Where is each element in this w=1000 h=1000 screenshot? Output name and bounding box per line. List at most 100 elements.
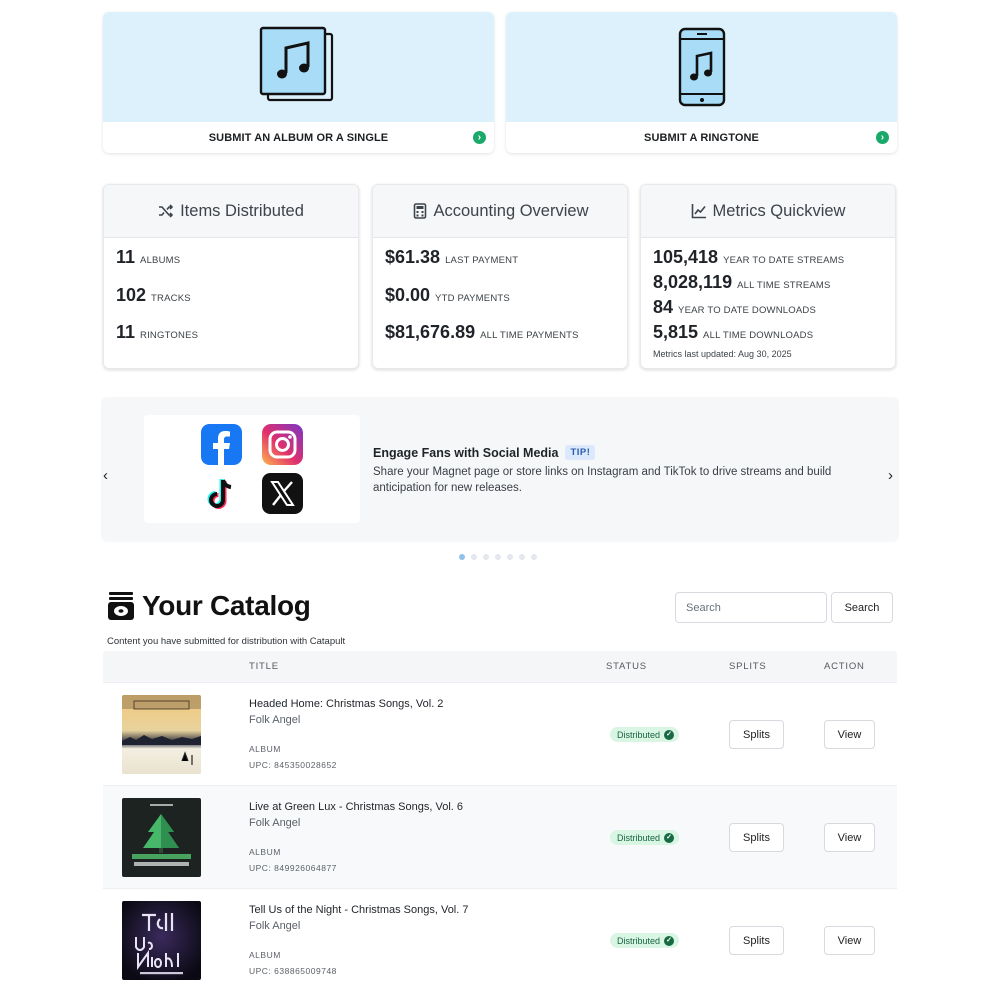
x-twitter-icon <box>262 473 303 514</box>
release-upc: UPC: 849926064877 <box>249 863 337 873</box>
submit-album-card[interactable]: SUBMIT AN ALBUM OR A SINGLE › <box>103 12 494 153</box>
carousel-title: Engage Fans with Social Media <box>373 445 559 460</box>
submit-album-text: SUBMIT AN ALBUM OR A SINGLE <box>208 131 389 144</box>
carousel-dot[interactable] <box>459 554 465 560</box>
view-button[interactable]: View <box>824 926 875 955</box>
stat-unit: YEAR TO DATE STREAMS <box>723 255 845 266</box>
tip-badge: TIP! <box>565 445 596 460</box>
carousel-dot[interactable] <box>519 554 525 560</box>
stat-value: $81,676.89 <box>385 322 476 342</box>
album-cover-tell-us-of-the-night <box>122 901 201 980</box>
ringtone-art-area <box>506 12 897 122</box>
shuffle-icon <box>159 204 174 218</box>
check-circle-icon: ✓ <box>664 729 675 740</box>
carousel-dot[interactable] <box>483 554 489 560</box>
release-upc: UPC: 845350028652 <box>249 760 337 770</box>
metrics-quickview-card: Metrics Quickview 105,418 YEAR TO DATE ST… <box>640 184 896 369</box>
submit-ringtone-card[interactable]: SUBMIT A RINGTONE › <box>506 12 897 153</box>
submit-album-label[interactable]: SUBMIT AN ALBUM OR A SINGLE › <box>103 122 494 153</box>
items-distributed-card: Items Distributed 11 ALBUMS 102 TRACKS 11 R… <box>103 184 359 369</box>
arrow-right-icon[interactable]: › <box>473 131 486 144</box>
status-badge: Distributed ✓ <box>610 727 680 742</box>
stat-all-time-payments: $81,676.89 ALL TIME PAYMENTS <box>385 322 579 343</box>
stat-value: 11 <box>116 322 136 342</box>
release-type: ALBUM <box>249 950 281 960</box>
release-type: ALBUM <box>249 744 281 754</box>
stat-unit: ALL TIME DOWNLOADS <box>703 330 814 341</box>
carousel-body: Share your Magnet page or store links on… <box>373 466 832 494</box>
stat-ytd-streams: 105,418 YEAR TO DATE STREAMS <box>653 247 844 268</box>
stat-ytd-downloads: 84 YEAR TO DATE DOWNLOADS <box>653 297 816 318</box>
table-row: Tell Us of the Night - Christmas Songs, … <box>103 888 897 991</box>
carousel-prev-arrow[interactable]: ‹ <box>103 467 108 484</box>
column-header-splits: SPLITS <box>729 661 767 672</box>
splits-button[interactable]: Splits <box>729 720 784 749</box>
stat-value: 102 <box>116 285 147 305</box>
items-distributed-header: Items Distributed <box>104 185 358 238</box>
stat-unit: TRACKS <box>151 293 191 304</box>
stat-tracks: 102 TRACKS <box>116 285 191 306</box>
stat-ytd-payments: $0.00 YTD PAYMENTS <box>385 285 510 306</box>
check-circle-icon: ✓ <box>664 832 675 843</box>
accounting-overview-header: Accounting Overview <box>373 185 627 238</box>
stat-value: 11 <box>116 247 136 267</box>
submit-ringtone-label[interactable]: SUBMIT A RINGTONE › <box>506 122 897 153</box>
carousel-dot[interactable] <box>507 554 513 560</box>
stat-value: 5,815 <box>653 322 699 342</box>
catalog-search-input[interactable] <box>675 592 827 623</box>
release-type: ALBUM <box>249 847 281 857</box>
catalog-search-button[interactable]: Search <box>831 592 893 623</box>
stat-value: $61.38 <box>385 247 441 267</box>
stat-unit: YEAR TO DATE DOWNLOADS <box>678 305 816 316</box>
tips-carousel: ‹ Engage Fans with Social Media TIP! Sha <box>101 397 899 542</box>
stat-last-payment: $61.38 LAST PAYMENT <box>385 247 518 268</box>
carousel-next-arrow[interactable]: › <box>888 467 893 484</box>
catalog-subtitle: Content you have submitted for distribut… <box>107 636 346 647</box>
stat-unit: LAST PAYMENT <box>445 255 519 266</box>
release-title[interactable]: Tell Us of the Night - Christmas Songs, … <box>249 904 468 916</box>
facebook-icon <box>201 424 242 465</box>
stat-ringtones: 11 RINGTONES <box>116 322 198 343</box>
view-button[interactable]: View <box>824 823 875 852</box>
stat-unit: ALBUMS <box>140 255 181 266</box>
social-media-image <box>144 415 360 523</box>
release-title[interactable]: Headed Home: Christmas Songs, Vol. 2 <box>249 698 443 710</box>
line-chart-icon <box>691 204 706 219</box>
carousel-dot[interactable] <box>495 554 501 560</box>
view-button[interactable]: View <box>824 720 875 749</box>
column-header-title: TITLE <box>249 661 279 672</box>
status-badge: Distributed ✓ <box>610 933 680 948</box>
catalog-table: TITLE STATUS SPLITS ACTION Headed Home: … <box>103 651 897 1000</box>
stat-albums: 11 ALBUMS <box>116 247 180 268</box>
metrics-updated-note: Metrics last updated: Aug 30, 2025 <box>653 349 792 359</box>
splits-button[interactable]: Splits <box>729 926 784 955</box>
stat-value: 8,028,119 <box>653 272 733 292</box>
phone-music-icon <box>678 27 725 107</box>
catalog-heading: Your Catalog <box>107 590 311 622</box>
status-text: Distributed <box>617 832 661 843</box>
album-cover-live-at-green-lux <box>122 798 201 877</box>
splits-button[interactable]: Splits <box>729 823 784 852</box>
release-title[interactable]: Live at Green Lux - Christmas Songs, Vol… <box>249 801 463 813</box>
album-cover-headed-home <box>122 695 201 774</box>
arrow-right-icon[interactable]: › <box>876 131 889 144</box>
stat-unit: YTD PAYMENTS <box>435 293 510 304</box>
carousel-dot[interactable] <box>531 554 537 560</box>
accounting-overview-title: Accounting Overview <box>433 201 589 220</box>
metrics-quickview-header: Metrics Quickview <box>641 185 895 238</box>
items-distributed-title: Items Distributed <box>180 201 304 220</box>
status-badge: Distributed ✓ <box>610 830 680 845</box>
table-row: Headed Home: Christmas Songs, Vol. 2 Fol… <box>103 682 897 785</box>
instagram-icon <box>262 424 303 465</box>
column-header-status: STATUS <box>606 661 647 672</box>
release-artist: Folk Angel <box>249 920 301 932</box>
stat-value: $0.00 <box>385 285 431 305</box>
stat-all-time-downloads: 5,815 ALL TIME DOWNLOADS <box>653 322 813 343</box>
column-header-action: ACTION <box>824 661 865 672</box>
release-upc: UPC: 638865009748 <box>249 966 337 976</box>
stat-value: 84 <box>653 297 674 317</box>
tiktok-icon <box>207 479 232 509</box>
stat-unit: ALL TIME PAYMENTS <box>480 330 579 341</box>
stat-unit: ALL TIME STREAMS <box>737 280 831 291</box>
carousel-dot[interactable] <box>471 554 477 560</box>
